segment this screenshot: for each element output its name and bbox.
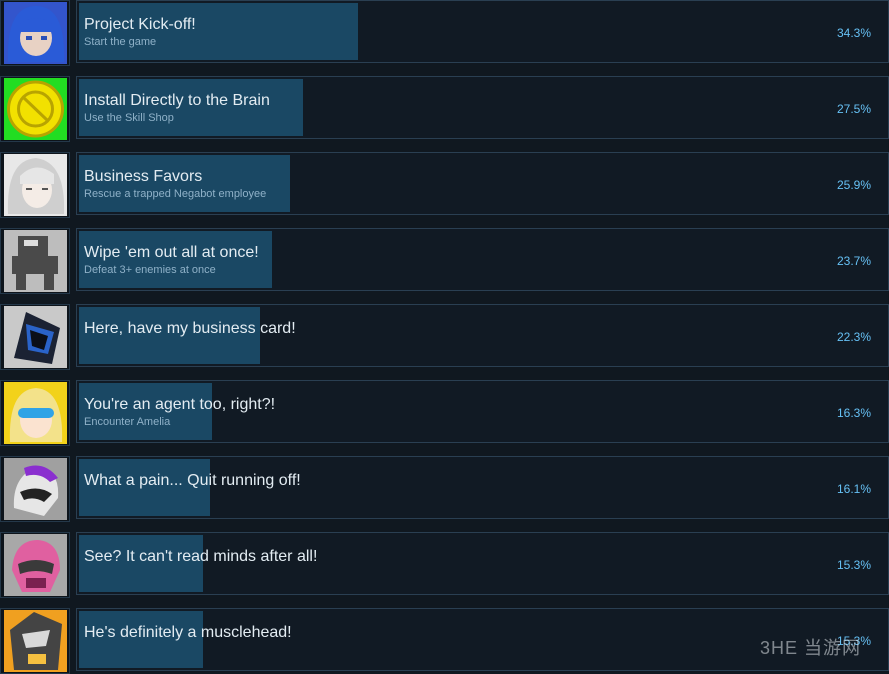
unlock-percentage: 16.3% <box>836 406 871 420</box>
watermark: 3HE 当游网 <box>760 638 862 658</box>
armored-helmet-icon <box>0 304 70 370</box>
achievement-card: Install Directly to the Brain Use the Ski… <box>76 76 889 139</box>
achievement-title: Wipe 'em out all at once! <box>84 244 259 261</box>
achievement-row[interactable]: What a pain... Quit running off! 16.1% <box>0 456 889 522</box>
achievement-row[interactable]: Wipe 'em out all at once! Defeat 3+ enemi… <box>0 228 889 294</box>
unlock-percentage: 34.3% <box>836 26 871 40</box>
unlock-percentage: 22.3% <box>836 330 871 344</box>
achievement-description: Defeat 3+ enemies at once <box>84 264 216 276</box>
achievement-description: Start the game <box>84 36 157 48</box>
achievement-title: He's definitely a musclehead! <box>84 624 292 641</box>
unlock-percentage: 15.3% <box>836 558 871 572</box>
achievement-row[interactable]: He's definitely a musclehead! 15.3% <box>0 608 889 674</box>
achievement-card: You're an agent too, right?! Encounter Am… <box>76 380 889 443</box>
achievement-description: Rescue a trapped Negabot employee <box>84 188 267 200</box>
unlock-percentage: 27.5% <box>836 102 871 116</box>
unlock-percentage: 16.1% <box>836 482 871 496</box>
white-hair-girl-icon <box>0 152 70 218</box>
orange-mech-icon <box>0 608 70 674</box>
purple-helmet-icon <box>0 456 70 522</box>
robot-icon <box>0 228 70 294</box>
achievement-description: Use the Skill Shop <box>84 112 174 124</box>
achievement-card: What a pain... Quit running off! 16.1% <box>76 456 889 519</box>
achievement-title: What a pain... Quit running off! <box>84 472 301 489</box>
achievement-row[interactable]: Business Favors Rescue a trapped Negabot … <box>0 152 889 218</box>
achievement-title: See? It can't read minds after all! <box>84 548 318 565</box>
achievement-title: Here, have my business card! <box>84 320 296 337</box>
achievement-title: Project Kick-off! <box>84 16 196 33</box>
achievement-row[interactable]: See? It can't read minds after all! 15.3% <box>0 532 889 598</box>
achievement-card: Wipe 'em out all at once! Defeat 3+ enemi… <box>76 228 889 291</box>
gold-coin-icon <box>0 76 70 142</box>
achievement-title: You're an agent too, right?! <box>84 396 276 413</box>
pink-helmet-icon <box>0 532 70 598</box>
achievement-description: Encounter Amelia <box>84 416 171 428</box>
achievement-card: Here, have my business card! 22.3% <box>76 304 889 367</box>
blonde-girl-icon <box>0 380 70 446</box>
achievement-card: Project Kick-off! Start the game 34.3% <box>76 0 889 63</box>
achievement-row[interactable]: Here, have my business card! 22.3% <box>0 304 889 370</box>
blue-hair-girl-icon <box>0 0 70 66</box>
achievement-row[interactable]: Project Kick-off! Start the game 34.3% <box>0 0 889 66</box>
unlock-percentage: 25.9% <box>836 178 871 192</box>
achievement-title: Install Directly to the Brain <box>84 92 270 109</box>
unlock-percentage: 23.7% <box>836 254 871 268</box>
achievement-card: See? It can't read minds after all! 15.3% <box>76 532 889 595</box>
achievement-title: Business Favors <box>84 168 203 185</box>
achievement-row[interactable]: You're an agent too, right?! Encounter Am… <box>0 380 889 446</box>
achievement-list: Project Kick-off! Start the game 34.3% Ins… <box>0 0 889 674</box>
achievement-card: Business Favors Rescue a trapped Negabot … <box>76 152 889 215</box>
achievement-row[interactable]: Install Directly to the Brain Use the Ski… <box>0 76 889 142</box>
